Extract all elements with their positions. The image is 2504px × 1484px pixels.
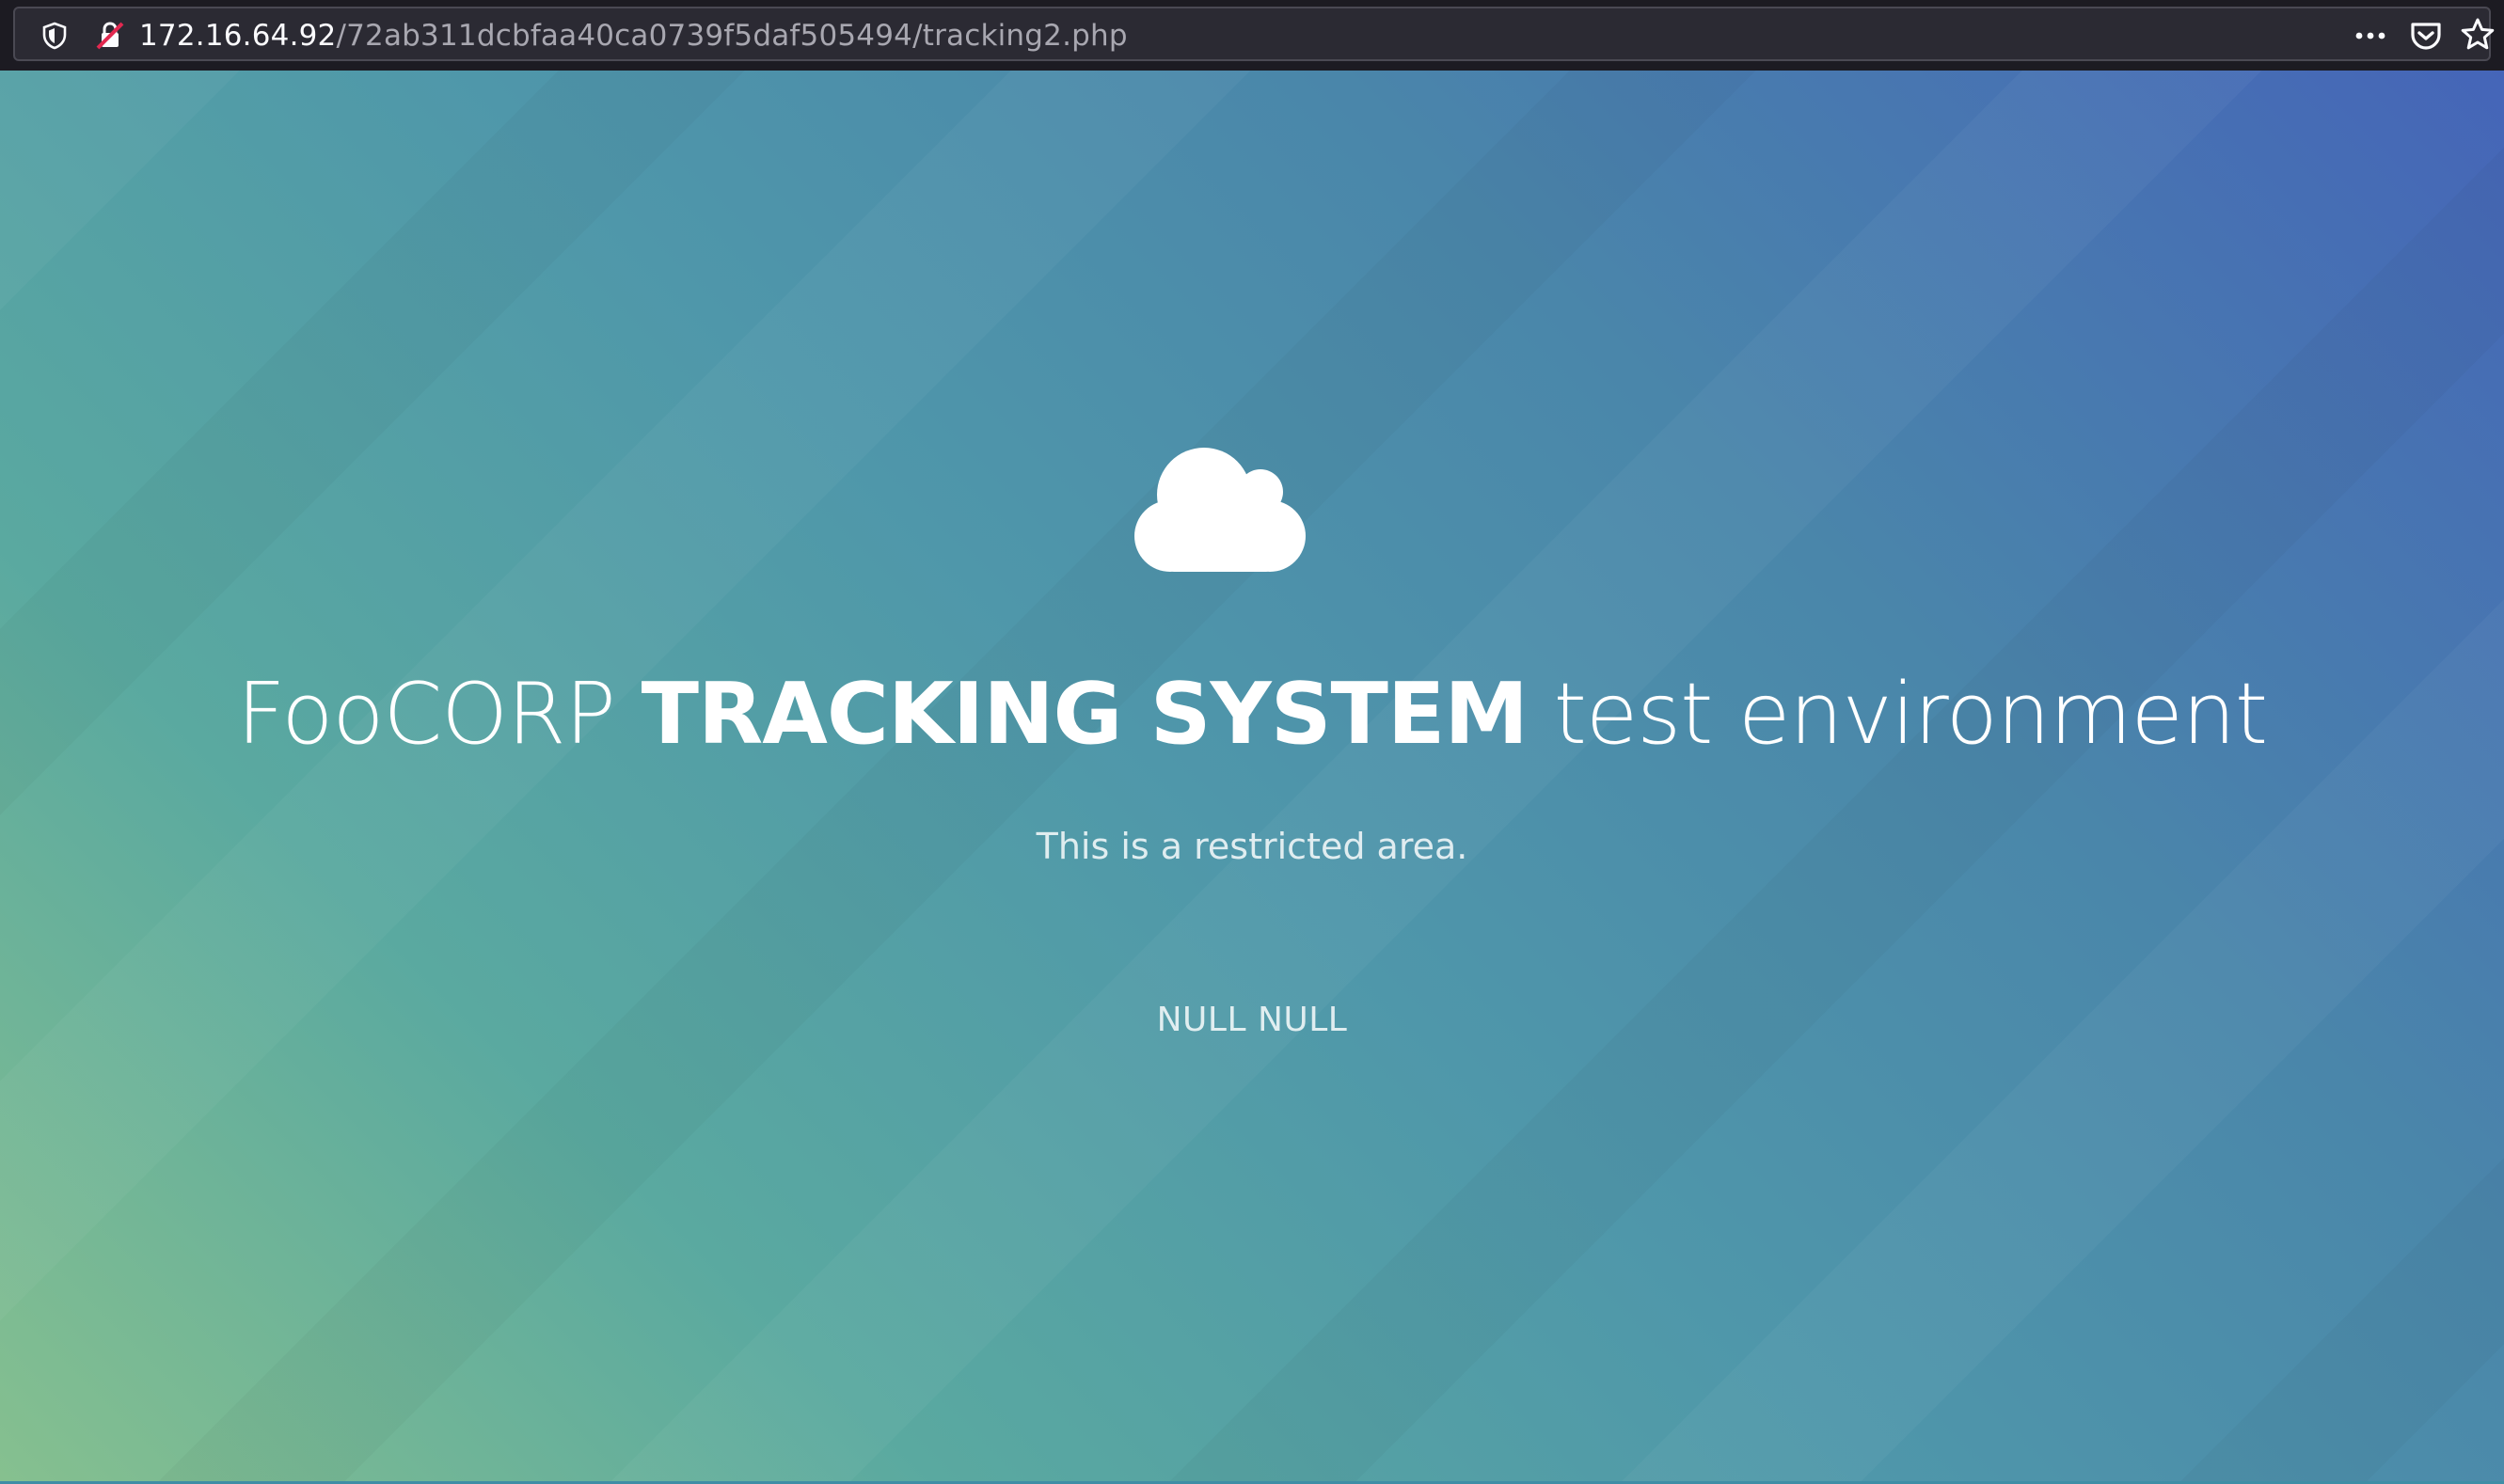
browser-toolbar: 172.16.64.92/72ab311dcbfaa40ca0739f5daf5… (0, 0, 2504, 71)
page-body: FooCORP TRACKING SYSTEM test environment… (0, 71, 2504, 1481)
more-icon[interactable] (2352, 22, 2389, 50)
cloud-icon (1134, 448, 1306, 572)
star-icon[interactable] (2459, 16, 2496, 54)
shield-icon[interactable] (41, 22, 68, 50)
title-strong: TRACKING SYSTEM (641, 665, 1529, 764)
pocket-icon[interactable] (2408, 18, 2444, 54)
url-path: /72ab311dcbfaa40ca0739f5daf505494/tracki… (336, 19, 1128, 53)
url-host: 172.16.64.92 (139, 19, 337, 53)
status-text: NULL NULL (1156, 1001, 1348, 1039)
insecure-connection-icon[interactable] (94, 20, 126, 52)
page-title: FooCORP TRACKING SYSTEM test environment (0, 663, 2504, 766)
background-stripes (0, 71, 2504, 1481)
url-text[interactable]: 172.16.64.92/72ab311dcbfaa40ca0739f5daf5… (139, 16, 1128, 55)
title-suffix: test environment (1527, 665, 2269, 764)
restricted-notice: This is a restricted area. (1036, 826, 1468, 867)
address-bar[interactable]: 172.16.64.92/72ab311dcbfaa40ca0739f5daf5… (13, 7, 2495, 61)
title-prefix: FooCORP (236, 665, 642, 764)
